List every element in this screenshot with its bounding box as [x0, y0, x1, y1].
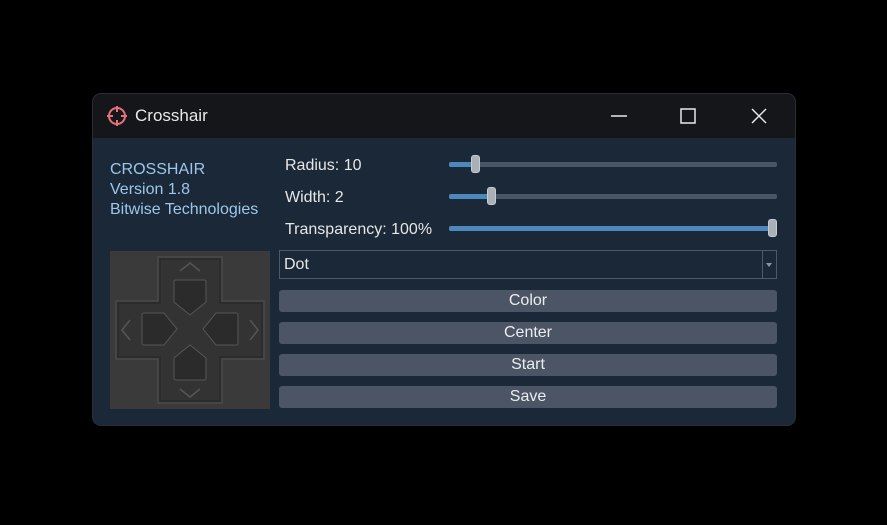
crosshair-icon — [107, 106, 127, 126]
start-button[interactable]: Start — [279, 354, 777, 376]
transparency-slider-fill — [449, 226, 773, 231]
minimize-icon — [611, 115, 627, 117]
width-slider-thumb[interactable] — [487, 187, 496, 205]
dpad-down-button[interactable] — [172, 344, 208, 382]
app-name-label: CROSSHAIR — [110, 161, 206, 178]
width-slider-fill — [449, 194, 492, 199]
version-label: Version 1.8 — [110, 181, 191, 198]
minimize-button[interactable] — [596, 94, 642, 138]
arrow-down-icon — [173, 344, 207, 381]
close-icon — [751, 108, 767, 124]
shape-dropdown-value: Dot — [284, 256, 309, 273]
dpad-graphic — [110, 251, 270, 409]
transparency-slider[interactable] — [449, 219, 777, 237]
app-window: Crosshair CROSSHAIR Version 1.8 Bitwise … — [93, 94, 795, 425]
company-label: Bitwise Technologies — [110, 201, 259, 218]
dpad-left-button[interactable] — [140, 311, 178, 347]
radius-slider-thumb[interactable] — [471, 155, 480, 173]
width-label: Width: 2 — [285, 189, 344, 206]
chevron-down-icon[interactable] — [762, 251, 776, 278]
shape-dropdown[interactable]: Dot — [279, 250, 777, 279]
width-slider[interactable] — [449, 187, 777, 205]
radius-slider[interactable] — [449, 155, 777, 173]
color-button[interactable]: Color — [279, 290, 777, 312]
dpad-right-button[interactable] — [202, 311, 240, 347]
close-button[interactable] — [736, 94, 782, 138]
radius-label: Radius: 10 — [285, 157, 362, 174]
title-bar[interactable]: Crosshair — [93, 94, 795, 138]
maximize-button[interactable] — [665, 94, 711, 138]
transparency-label: Transparency: 100% — [285, 221, 433, 238]
arrow-left-icon — [141, 312, 178, 346]
transparency-slider-thumb[interactable] — [768, 219, 777, 237]
save-button[interactable]: Save — [279, 386, 777, 408]
center-button[interactable]: Center — [279, 322, 777, 344]
window-title: Crosshair — [135, 106, 208, 125]
dpad-control — [110, 251, 270, 409]
arrow-right-icon — [202, 312, 239, 346]
maximize-icon — [680, 108, 696, 124]
